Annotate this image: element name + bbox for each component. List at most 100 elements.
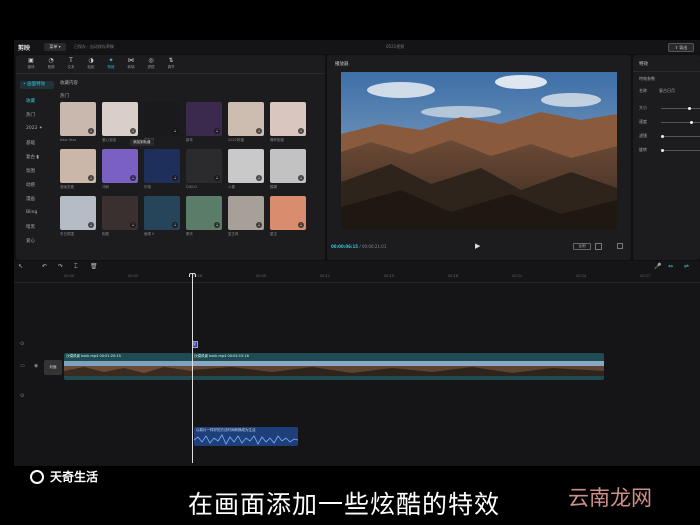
asset-toolbar: ▣ 媒体 ◔ 音频 T 文本 ◑ 贴纸 ✦ 特效 ⋈ 转场 ◎ 滤镜 ⇅ 调节 [16,55,325,74]
effect-thumbnail[interactable]: ⇣ [228,149,264,183]
delete-icon[interactable]: 🗑 [90,263,98,270]
text-icon: T [69,57,73,64]
effect-thumbnail[interactable]: ⇣ [60,102,96,136]
download-icon[interactable]: ⇣ [172,175,178,181]
effect-thumbnail[interactable]: ⇣ [186,149,222,183]
effect-thumbnail[interactable]: ⇣ [186,102,222,136]
download-icon[interactable]: ⇣ [298,222,304,228]
download-icon[interactable]: ⇣ [88,128,94,134]
tab-adjust[interactable]: ⇅ 调节 [162,57,180,73]
clip-thumbnails [192,361,604,376]
app-window: 剪映 菜单 ▾ 已保存 · 自动保存草稿 0521视频 ⇪ 导出 ▣ 媒体 ◔ 音频… [14,40,700,466]
download-icon[interactable]: ⇣ [256,128,262,134]
media-icon: ▣ [28,57,34,64]
category-basic[interactable]: 基础 [26,140,35,146]
undo-icon[interactable]: ↶ [42,263,47,270]
effect-thumbnail[interactable]: ⇣ [102,102,138,136]
download-icon[interactable]: ⇣ [214,222,220,228]
tab-text[interactable]: T 文本 [62,57,80,73]
audio-clip[interactable]: 以前片一样好的方法时间转换成为生活 [194,427,298,446]
tab-transition[interactable]: ⋈ 转场 [122,57,140,73]
effect-thumbnail[interactable]: ⇣ [144,196,180,230]
category-dark[interactable]: 暗黑 [26,224,35,230]
download-icon[interactable]: ⇣ [298,128,304,134]
tab-filter[interactable]: ◎ 滤镜 [142,57,160,73]
size-slider[interactable] [661,108,700,109]
effect-thumbnail[interactable]: ⇣ [186,196,222,230]
split-icon[interactable]: ⌶ [74,263,78,271]
download-icon[interactable]: ⇣ [214,175,220,181]
download-icon[interactable]: ⇣ [256,175,262,181]
download-icon[interactable]: ⇣ [298,175,304,181]
tab-audio[interactable]: ◔ 音频 [42,57,60,73]
autosave-status: 已保存 · 自动保存草稿 [74,44,114,49]
video-clip-2[interactable]: 沙漠风景 back.mp4 00:04:15:16 [192,353,604,380]
playhead[interactable] [192,273,193,463]
effect-thumbnail[interactable]: ⇣ [270,149,306,183]
effect-thumbnail[interactable]: ⇣ [270,196,306,230]
cover-button[interactable]: 封面 [44,360,62,375]
speed-slider[interactable] [661,122,700,123]
rotate-slider[interactable] [661,150,700,151]
section-title-favorites: 收藏内容 [60,81,78,86]
audio-track-icon: ⊙ [20,393,25,399]
select-tool-icon[interactable]: ↖ [18,263,23,270]
rotate-slider-knob[interactable] [661,149,664,152]
ratio-button[interactable]: 比例 [573,243,591,250]
download-icon[interactable]: ⇣ [256,222,262,228]
watermark-logo-icon [30,470,44,484]
video-clip-1[interactable]: 沙漠风景 back.mp4 00:01:20:15 [64,353,192,380]
tab-effects[interactable]: ✦ 特效 [102,57,120,73]
player-panel: 播放器 00:00:06:15 / 00:00:21:01 ▶ 比例 [327,55,631,260]
category-bling[interactable]: Bling [26,210,37,215]
download-icon[interactable]: ⇣ [172,128,178,134]
effect-thumbnail[interactable]: ⇣ [60,149,96,183]
size-slider-knob[interactable] [687,107,691,110]
category-favorites[interactable]: 收藏 [26,98,35,104]
effect-thumbnail[interactable]: ⇣ [228,196,264,230]
effect-thumbnail[interactable]: ⇣ [228,102,264,136]
category-screen-effects[interactable]: • 画面特效 [20,81,54,89]
category-atmosphere[interactable]: 氛围 [26,168,35,174]
category-hot[interactable]: 热门 [26,112,35,118]
download-icon[interactable]: ⇣ [88,175,94,181]
category-comic[interactable]: 漫画 [26,196,35,202]
effect-thumbnail[interactable]: ⇣ [270,102,306,136]
download-icon[interactable]: ⇣ [130,175,136,181]
effect-label: 2022祝福 [228,138,244,142]
download-icon[interactable]: ⇣ [130,128,136,134]
snap-icon[interactable]: ⇌ [684,263,689,270]
tab-media[interactable]: ▣ 媒体 [22,57,40,73]
category-dynamic[interactable]: 动感 [26,182,35,188]
effect-thumbnail[interactable]: ⇣ [102,149,138,183]
param-filter-label: 滤镜 [639,133,647,138]
download-icon[interactable]: ⇣ [172,222,178,228]
timeline-panel: ↖ ↶ ↷ ⌶ 🗑 🎤 ⇔ ⇌ 00:00 00:03 00:06 00:09 00:1… [14,261,700,466]
menu-button[interactable]: 菜单 ▾ [44,43,66,51]
effect-thumbnail[interactable]: ⇣ [144,149,180,183]
clip-thumbnails [64,361,192,376]
category-2022[interactable]: 2022 ✦ [26,126,43,131]
tab-sticker[interactable]: ◑ 贴纸 [82,57,100,73]
effect-thumbnail[interactable]: ⇣ [102,196,138,230]
play-button[interactable]: ▶ [475,242,480,250]
download-icon[interactable]: ⇣ [130,222,136,228]
ruler-tick: 00:15 [384,274,395,278]
effect-thumbnail[interactable]: ⇣ [60,196,96,230]
filter-slider[interactable] [661,136,700,137]
time-ruler[interactable]: 00:00 00:03 00:06 00:09 00:12 00:15 00:18 00:21… [14,273,700,283]
effect-thumbnail[interactable]: ⇣ [144,102,180,136]
track-mute-icon[interactable]: ◉ [34,363,38,369]
link-icon[interactable]: ⇔ [668,263,673,270]
download-icon[interactable]: ⇣ [88,222,94,228]
redo-icon[interactable]: ↷ [58,263,63,270]
category-retro[interactable]: 复古 ▮ [26,154,39,160]
fullscreen-icon[interactable] [617,243,623,249]
download-icon[interactable]: ⇣ [214,128,220,134]
category-love[interactable]: 爱心 [26,238,35,244]
microphone-icon[interactable]: 🎤 [654,263,661,270]
speed-slider-knob[interactable] [689,121,693,124]
export-button[interactable]: ⇪ 导出 [668,43,694,52]
filter-slider-knob[interactable] [661,135,664,138]
fit-icon[interactable] [595,243,602,250]
